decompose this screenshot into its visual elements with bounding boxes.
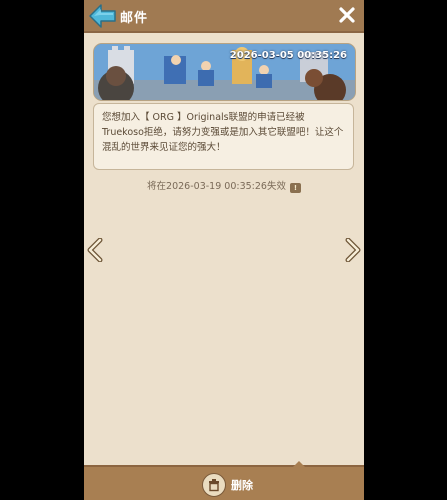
- header-title: 邮件: [120, 11, 149, 26]
- mail-panel: 邮件 2026-03-05 00:35:26 您想加入【 ORG 】Origin…: [84, 0, 364, 500]
- close-icon: [339, 7, 355, 23]
- back-button[interactable]: [88, 3, 118, 29]
- mail-footer: 删除: [84, 461, 364, 500]
- mail-banner-image: 2026-03-05 00:35:26: [93, 43, 356, 101]
- warning-icon: !: [289, 183, 301, 193]
- close-button[interactable]: [338, 6, 356, 24]
- mail-header: 邮件: [84, 0, 364, 33]
- expiry-row: 将在2026-03-19 00:35:26失效!: [84, 178, 364, 193]
- footer-notch: [293, 461, 305, 467]
- trash-icon: [209, 479, 219, 492]
- banner-date: 2026-03-05 00:35:26: [229, 50, 347, 61]
- back-arrow-icon: [89, 4, 116, 28]
- previous-mail-button[interactable]: [87, 237, 103, 263]
- delete-label: 删除: [231, 479, 253, 492]
- trash-icon-badge: [202, 473, 226, 497]
- delete-button[interactable]: 删除: [202, 473, 253, 497]
- chevron-left-icon: [87, 237, 103, 263]
- message-box: 您想加入【 ORG 】Originals联盟的申请已经被Truekoso拒绝，请…: [93, 103, 354, 170]
- chevron-right-icon: [345, 237, 361, 263]
- next-mail-button[interactable]: [345, 237, 361, 263]
- message-body: 您想加入【 ORG 】Originals联盟的申请已经被Truekoso拒绝，请…: [102, 112, 344, 153]
- expiry-text: 将在2026-03-19 00:35:26失效: [147, 181, 286, 192]
